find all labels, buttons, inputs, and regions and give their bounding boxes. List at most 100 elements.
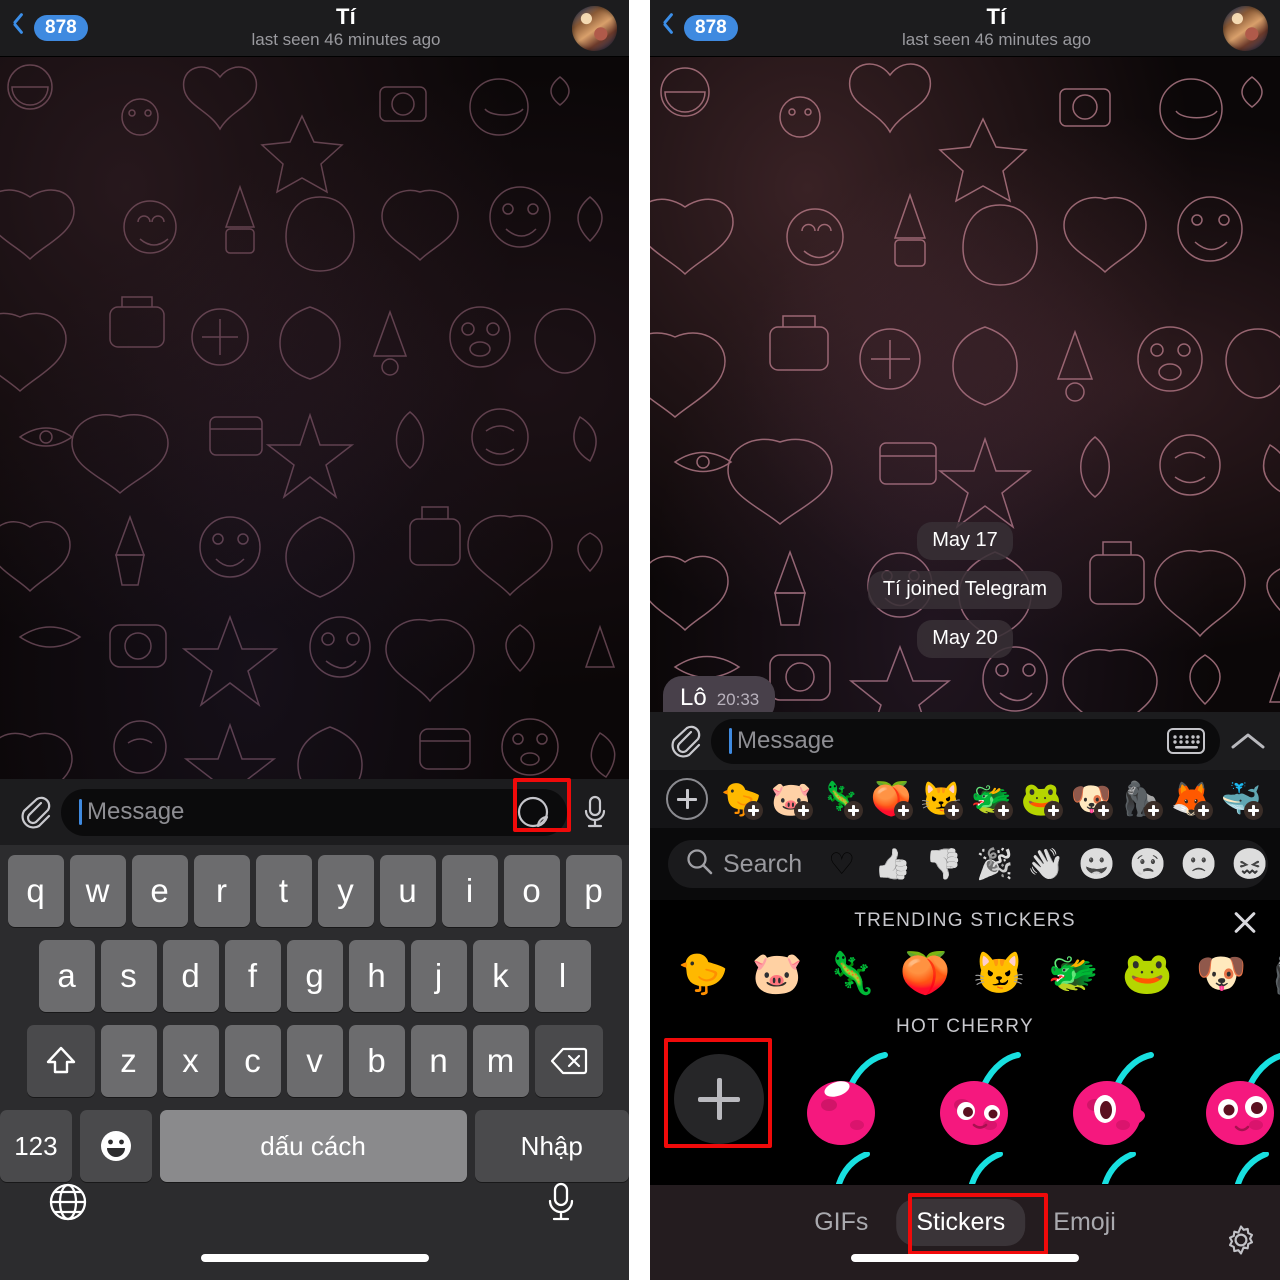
thumbs-down-icon[interactable]: 👎: [918, 840, 969, 888]
sticker-icon[interactable]: [511, 790, 555, 834]
trending-sticker[interactable]: 🍑: [888, 952, 962, 994]
cherry-sticker-partial[interactable]: [1177, 1152, 1280, 1184]
key-n[interactable]: n: [410, 1025, 467, 1097]
tab-emoji[interactable]: Emoji: [1033, 1199, 1136, 1246]
dictation-microphone-icon[interactable]: [531, 1172, 591, 1232]
keyboard-bottom-row: [0, 1172, 629, 1232]
add-sticker-set[interactable]: [666, 778, 708, 820]
trending-sticker[interactable]: 😼: [962, 952, 1036, 994]
crying-face-icon[interactable]: 😢: [1122, 840, 1173, 888]
key-w[interactable]: w: [69, 855, 126, 927]
set-frog[interactable]: 🐸: [1016, 777, 1066, 821]
key-q[interactable]: q: [7, 855, 64, 927]
gear-icon[interactable]: [1224, 1223, 1258, 1262]
heart-icon[interactable]: ♡: [816, 840, 867, 888]
keyboard-icon[interactable]: [1164, 719, 1208, 763]
key-m[interactable]: m: [472, 1025, 529, 1097]
key-u[interactable]: u: [379, 855, 436, 927]
set-cat[interactable]: 😼: [916, 777, 966, 821]
trending-sticker[interactable]: 🦎: [814, 952, 888, 994]
tab-stickers[interactable]: Stickers: [896, 1199, 1026, 1246]
chevron-up-icon[interactable]: [1220, 719, 1276, 763]
keyboard-row-2: asdfghjkl: [0, 940, 629, 1012]
waving-hand-icon[interactable]: 👋: [1020, 840, 1071, 888]
set-dog[interactable]: 🐶: [1066, 777, 1116, 821]
chat-header-center[interactable]: Tí last seen 46 minutes ago: [770, 4, 1223, 52]
set-blue[interactable]: 🐳: [1216, 777, 1266, 821]
cherry-sticker-row[interactable]: [650, 1044, 1280, 1154]
trending-sticker[interactable]: 🦍: [1258, 952, 1280, 994]
close-icon[interactable]: [1228, 906, 1262, 940]
avatar[interactable]: [1223, 5, 1268, 51]
trending-sticker[interactable]: 🐶: [1184, 952, 1258, 994]
cherry-sticker-partial[interactable]: [911, 1152, 1044, 1184]
key-j[interactable]: j: [410, 940, 467, 1012]
trending-sticker[interactable]: 🐲: [1036, 952, 1110, 994]
sticker-search-placeholder: Search: [723, 849, 803, 878]
key-k[interactable]: k: [472, 940, 529, 1012]
paperclip-icon[interactable]: [664, 721, 704, 761]
key-o[interactable]: o: [503, 855, 560, 927]
key-h[interactable]: h: [348, 940, 405, 1012]
frowning-face-icon[interactable]: 🙁: [1173, 840, 1224, 888]
key-i[interactable]: i: [441, 855, 498, 927]
trending-sticker[interactable]: 🐷: [740, 952, 814, 994]
set-leaf[interactable]: 🦎: [816, 777, 866, 821]
avatar[interactable]: [572, 5, 617, 51]
tab-gifs[interactable]: GIFs: [794, 1199, 888, 1246]
key-x[interactable]: x: [162, 1025, 219, 1097]
sticker-panel-top: Search ♡ 👍 👎 🎉 👋 😀 😢 🙁 😖: [650, 828, 1280, 900]
trending-sticker[interactable]: 🐸: [1110, 952, 1184, 994]
key-g[interactable]: g: [286, 940, 343, 1012]
set-gorilla[interactable]: 🦍: [1116, 777, 1166, 821]
key-s[interactable]: s: [100, 940, 157, 1012]
trending-sticker-row[interactable]: 🐤🐷🦎🍑😼🐲🐸🐶🦍: [650, 938, 1280, 1008]
microphone-icon[interactable]: [567, 790, 623, 834]
sticker-search-bar[interactable]: Search ♡ 👍 👎 🎉 👋 😀 😢 🙁 😖: [668, 840, 1268, 888]
chat-header-center[interactable]: Tí last seen 46 minutes ago: [120, 4, 572, 52]
key-b[interactable]: b: [348, 1025, 405, 1097]
confounded-face-icon[interactable]: 😖: [1224, 840, 1268, 888]
party-popper-icon[interactable]: 🎉: [969, 840, 1020, 888]
key-l[interactable]: l: [534, 940, 591, 1012]
key-f[interactable]: f: [224, 940, 281, 1012]
cherry-sticker[interactable]: [778, 1047, 911, 1151]
keyboard-row-1: qwertyuiop: [0, 855, 629, 927]
paperclip-icon[interactable]: [14, 792, 54, 832]
key-v[interactable]: v: [286, 1025, 343, 1097]
backspace-key[interactable]: [534, 1025, 603, 1097]
service-message-row: Tí joined Telegram: [650, 571, 1280, 609]
cherry-sticker[interactable]: [1177, 1047, 1280, 1151]
add-sticker-set-button[interactable]: [674, 1054, 764, 1144]
key-d[interactable]: d: [162, 940, 219, 1012]
cherry-sticker[interactable]: [911, 1047, 1044, 1151]
key-e[interactable]: e: [131, 855, 188, 927]
key-p[interactable]: p: [565, 855, 622, 927]
key-y[interactable]: y: [317, 855, 374, 927]
set-fox[interactable]: 🦊: [1166, 777, 1216, 821]
globe-icon[interactable]: [38, 1172, 98, 1232]
key-t[interactable]: t: [255, 855, 312, 927]
cherry-sticker-partial[interactable]: [778, 1152, 911, 1184]
set-duck[interactable]: 🐤: [716, 777, 766, 821]
reaction-emoji-row[interactable]: ♡ 👍 👎 🎉 👋 😀 😢 🙁 😖: [816, 840, 1268, 888]
ios-keyboard: qwertyuiop asdfghjkl zxcvbnm 123 dấu các…: [0, 845, 629, 1280]
key-r[interactable]: r: [193, 855, 250, 927]
key-z[interactable]: z: [100, 1025, 157, 1097]
set-green[interactable]: 🐲: [966, 777, 1016, 821]
cherry-sticker-partial[interactable]: [1044, 1152, 1177, 1184]
shift-key[interactable]: [26, 1025, 95, 1097]
search-icon: [686, 848, 713, 880]
set-pig[interactable]: 🐷: [766, 777, 816, 821]
cherry-sticker[interactable]: [1044, 1047, 1177, 1151]
key-a[interactable]: a: [38, 940, 95, 1012]
trending-sticker[interactable]: 🐤: [666, 952, 740, 994]
message-input[interactable]: Message: [711, 718, 1220, 764]
grinning-face-icon[interactable]: 😀: [1071, 840, 1122, 888]
message-input[interactable]: Message: [61, 788, 567, 836]
set-peach[interactable]: 🍑: [866, 777, 916, 821]
sticker-set-tabs[interactable]: 🐤 🐷 🦎 🍑 😼 🐲 🐸 🐶 🦍 🦊 🐳: [650, 770, 1280, 828]
key-c[interactable]: c: [224, 1025, 281, 1097]
cherry-sticker-row-next[interactable]: [650, 1152, 1280, 1184]
thumbs-up-icon[interactable]: 👍: [867, 840, 918, 888]
